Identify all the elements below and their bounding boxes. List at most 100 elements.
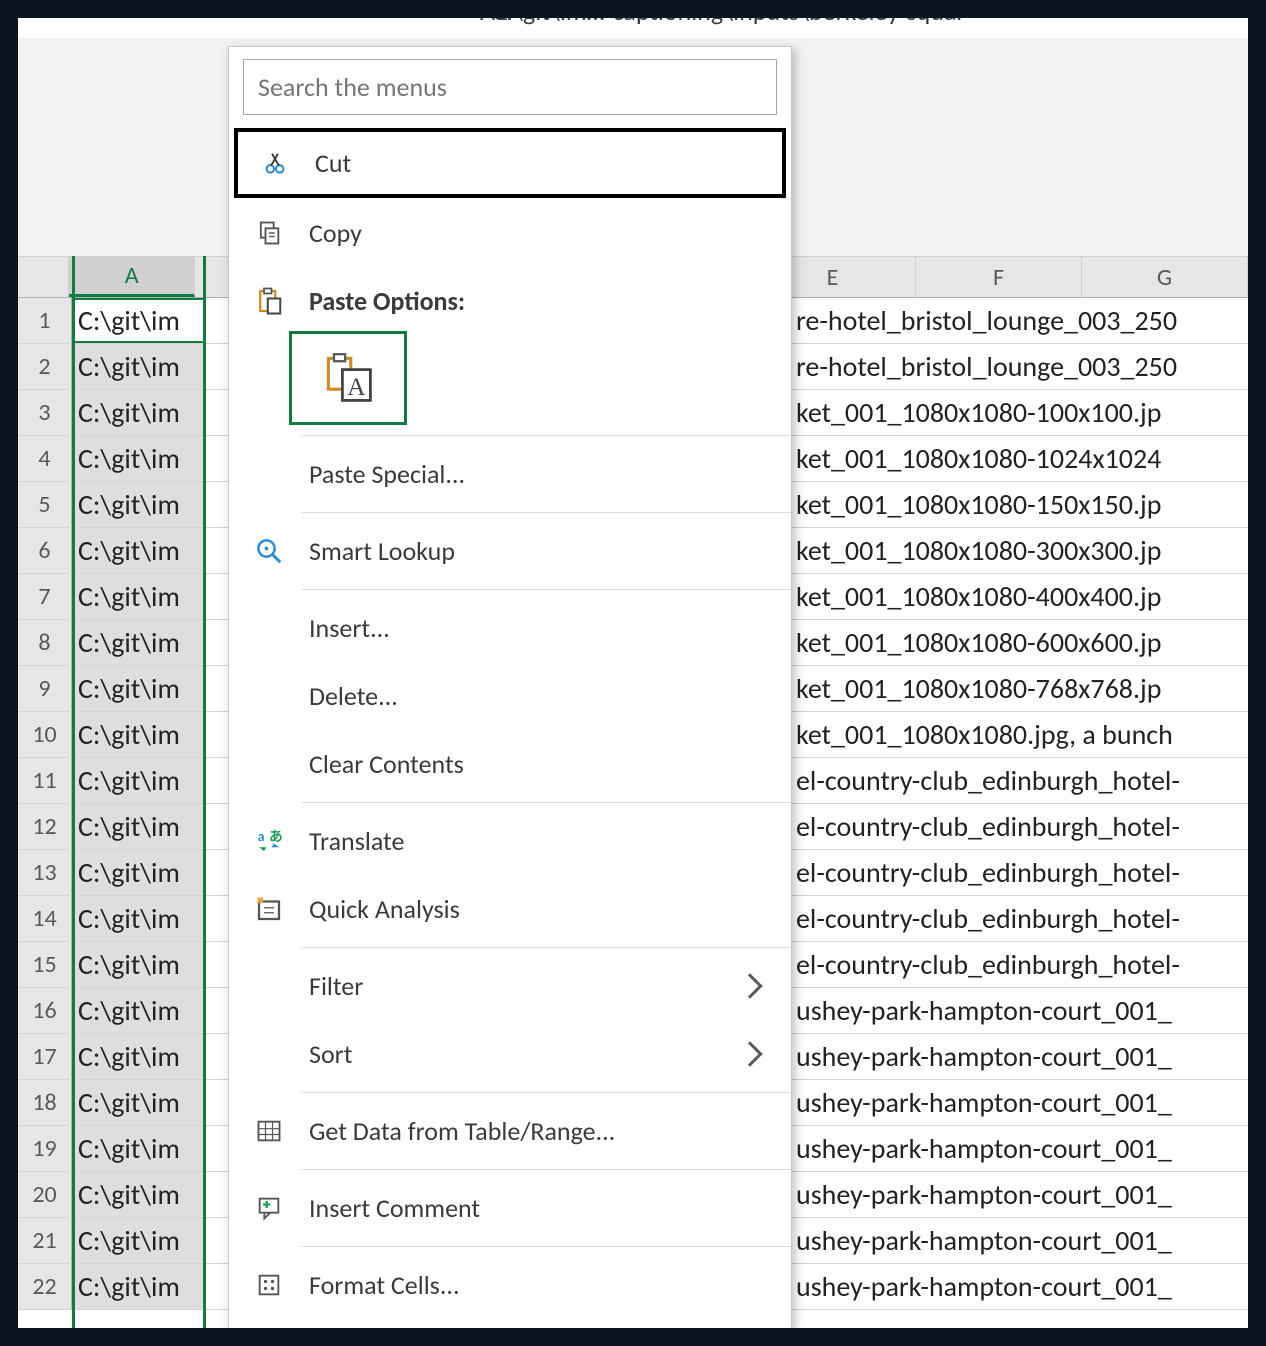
blank-icon bbox=[251, 968, 287, 1004]
column-header-f[interactable]: F bbox=[916, 257, 1082, 297]
row-header[interactable]: 7 bbox=[18, 574, 72, 619]
row-header[interactable]: 1 bbox=[18, 298, 72, 343]
cell-a[interactable]: C:\git\im bbox=[72, 1034, 206, 1079]
menu-search-input[interactable]: Search the menus bbox=[243, 59, 777, 115]
cell-a[interactable]: C:\git\im bbox=[72, 482, 206, 527]
row-header[interactable]: 22 bbox=[18, 1264, 72, 1309]
cell-a[interactable]: C:\git\im bbox=[72, 988, 206, 1033]
cell-a[interactable]: C:\git\im bbox=[72, 574, 206, 619]
cell-a[interactable]: C:\git\im bbox=[72, 1172, 206, 1217]
row-header[interactable]: 17 bbox=[18, 1034, 72, 1079]
menu-cut[interactable]: Cut bbox=[235, 129, 785, 197]
row-header[interactable]: 19 bbox=[18, 1126, 72, 1171]
menu-smart-lookup-label: Smart Lookup bbox=[309, 535, 773, 567]
row-header[interactable]: 14 bbox=[18, 896, 72, 941]
menu-smart-lookup[interactable]: Smart Lookup bbox=[229, 517, 791, 585]
row-header[interactable]: 16 bbox=[18, 988, 72, 1033]
row-header[interactable]: 2 bbox=[18, 344, 72, 389]
menu-insert[interactable]: Insert... bbox=[229, 594, 791, 662]
row-header[interactable]: 3 bbox=[18, 390, 72, 435]
row-header[interactable]: 6 bbox=[18, 528, 72, 573]
row-header[interactable]: 20 bbox=[18, 1172, 72, 1217]
cell-overflow-text[interactable]: ket_001_1080x1080-1024x1024 bbox=[794, 436, 1248, 481]
cell-overflow-text[interactable]: ushey-park-hampton-court_001_ bbox=[794, 1034, 1248, 1079]
divider bbox=[301, 947, 791, 948]
cell-a[interactable]: C:\git\im bbox=[72, 896, 206, 941]
cell-overflow-text[interactable]: ket_001_1080x1080-768x768.jp bbox=[794, 666, 1248, 711]
menu-filter[interactable]: Filter bbox=[229, 952, 791, 1020]
column-header-a[interactable]: A bbox=[69, 257, 195, 297]
excel-window: A1 C:\git\im…-captioning\inputs\berkeley… bbox=[18, 18, 1248, 1328]
paste-text-icon: A bbox=[320, 350, 376, 406]
menu-clear-contents[interactable]: Clear Contents bbox=[229, 730, 791, 798]
row-header[interactable]: 4 bbox=[18, 436, 72, 481]
cell-overflow-text[interactable]: el-country-club_edinburgh_hotel- bbox=[794, 758, 1248, 803]
cell-a[interactable]: C:\git\im bbox=[72, 298, 206, 343]
row-header[interactable]: 11 bbox=[18, 758, 72, 803]
menu-sort[interactable]: Sort bbox=[229, 1020, 791, 1088]
cell-overflow-text[interactable]: ushey-park-hampton-court_001_ bbox=[794, 1172, 1248, 1217]
cell-overflow-text[interactable]: ket_001_1080x1080-150x150.jp bbox=[794, 482, 1248, 527]
cell-a[interactable]: C:\git\im bbox=[72, 620, 206, 665]
cell-a[interactable]: C:\git\im bbox=[72, 712, 206, 757]
cell-a[interactable]: C:\git\im bbox=[72, 666, 206, 711]
cell-overflow-text[interactable]: el-country-club_edinburgh_hotel- bbox=[794, 850, 1248, 895]
row-header[interactable]: 10 bbox=[18, 712, 72, 757]
cell-a[interactable]: C:\git\im bbox=[72, 390, 206, 435]
cell-overflow-text[interactable]: ket_001_1080x1080-400x400.jp bbox=[794, 574, 1248, 619]
menu-quick-analysis[interactable]: Quick Analysis bbox=[229, 875, 791, 943]
menu-get-data[interactable]: Get Data from Table/Range... bbox=[229, 1097, 791, 1165]
cell-a[interactable]: C:\git\im bbox=[72, 804, 206, 849]
row-header[interactable]: 5 bbox=[18, 482, 72, 527]
cell-overflow-text[interactable]: ket_001_1080x1080-100x100.jp bbox=[794, 390, 1248, 435]
blank-icon bbox=[251, 456, 287, 492]
cell-overflow-text[interactable]: re-hotel_bristol_lounge_003_250 bbox=[794, 344, 1248, 389]
cell-a[interactable]: C:\git\im bbox=[72, 1264, 206, 1309]
cell-a[interactable]: C:\git\im bbox=[72, 850, 206, 895]
menu-translate[interactable]: aあ Translate bbox=[229, 807, 791, 875]
cell-overflow-text[interactable]: el-country-club_edinburgh_hotel- bbox=[794, 896, 1248, 941]
row-header[interactable]: 15 bbox=[18, 942, 72, 987]
menu-delete[interactable]: Delete... bbox=[229, 662, 791, 730]
row-header[interactable]: 12 bbox=[18, 804, 72, 849]
cell-a[interactable]: C:\git\im bbox=[72, 1218, 206, 1263]
menu-paste-special[interactable]: Paste Special... bbox=[229, 440, 791, 508]
cell-a[interactable]: C:\git\im bbox=[72, 1080, 206, 1125]
formula-bar-value: C:\git\im…-captioning\inputs\berkeley-sq… bbox=[492, 18, 965, 27]
cell-overflow-text[interactable]: el-country-club_edinburgh_hotel- bbox=[794, 804, 1248, 849]
cell-overflow-text[interactable]: re-hotel_bristol_lounge_003_250 bbox=[794, 298, 1248, 343]
menu-insert-label: Insert... bbox=[309, 612, 773, 644]
cell-a[interactable]: C:\git\im bbox=[72, 436, 206, 481]
cell-a[interactable]: C:\git\im bbox=[72, 758, 206, 803]
select-all-corner[interactable] bbox=[18, 257, 69, 297]
cell-overflow-text[interactable]: ket_001_1080x1080-600x600.jp bbox=[794, 620, 1248, 665]
formula-bar[interactable]: A1 C:\git\im…-captioning\inputs\berkeley… bbox=[18, 18, 1248, 38]
cell-overflow-text[interactable]: ket_001_1080x1080.jpg, a bunch bbox=[794, 712, 1248, 757]
menu-insert-comment[interactable]: Insert Comment bbox=[229, 1174, 791, 1242]
cell-a[interactable]: C:\git\im bbox=[72, 942, 206, 987]
cell-a[interactable]: C:\git\im bbox=[72, 1126, 206, 1171]
menu-translate-label: Translate bbox=[309, 825, 773, 857]
row-header[interactable]: 13 bbox=[18, 850, 72, 895]
blank-icon bbox=[251, 678, 287, 714]
cell-overflow-text[interactable]: ushey-park-hampton-court_001_ bbox=[794, 1264, 1248, 1309]
cell-overflow-text[interactable]: ushey-park-hampton-court_001_ bbox=[794, 1126, 1248, 1171]
column-header-g[interactable]: G bbox=[1082, 257, 1248, 297]
cell-overflow-text[interactable]: ket_001_1080x1080-300x300.jp bbox=[794, 528, 1248, 573]
menu-format-cells[interactable]: Format Cells... bbox=[229, 1251, 791, 1319]
row-header[interactable]: 21 bbox=[18, 1218, 72, 1263]
row-header[interactable]: 8 bbox=[18, 620, 72, 665]
cell-overflow-text[interactable]: ushey-park-hampton-court_001_ bbox=[794, 1080, 1248, 1125]
svg-text:a: a bbox=[258, 828, 265, 845]
cell-a[interactable]: C:\git\im bbox=[72, 344, 206, 389]
cell-overflow-text[interactable]: el-country-club_edinburgh_hotel- bbox=[794, 942, 1248, 987]
cell-overflow-text[interactable]: ushey-park-hampton-court_001_ bbox=[794, 988, 1248, 1033]
cell-a[interactable]: C:\git\im bbox=[72, 528, 206, 573]
cell-overflow-text[interactable]: ushey-park-hampton-court_001_ bbox=[794, 1218, 1248, 1263]
divider bbox=[301, 1246, 791, 1247]
row-header[interactable]: 9 bbox=[18, 666, 72, 711]
row-header[interactable]: 18 bbox=[18, 1080, 72, 1125]
paste-option-keep-text[interactable]: A bbox=[289, 331, 407, 425]
menu-copy[interactable]: Copy bbox=[229, 199, 791, 267]
svg-text:A: A bbox=[347, 374, 365, 401]
